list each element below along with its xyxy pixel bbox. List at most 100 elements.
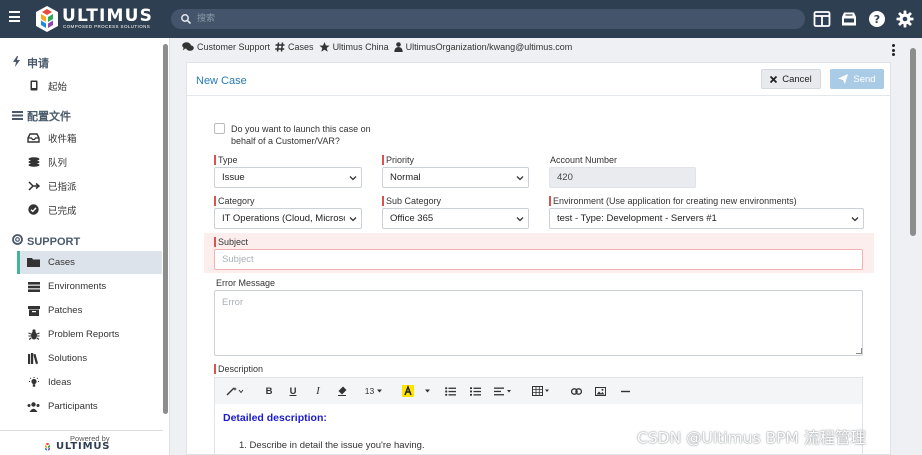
- bug-icon: [27, 329, 40, 340]
- resize-handle-icon[interactable]: [856, 348, 862, 354]
- color-caret-icon[interactable]: [422, 384, 432, 398]
- user-icon: [393, 42, 403, 52]
- numbered-list-icon[interactable]: [469, 384, 481, 398]
- svg-text:?: ?: [874, 13, 880, 26]
- align-icon[interactable]: [493, 384, 513, 398]
- category-select[interactable]: IT Operations (Cloud, Microsoft...: [214, 208, 362, 229]
- editor-heading: Detailed description:: [223, 412, 327, 424]
- sidebar-item-ideas[interactable]: Ideas: [17, 371, 162, 394]
- environment-select[interactable]: test - Type: Development - Servers #1: [549, 208, 864, 229]
- star-icon: [318, 42, 330, 52]
- sidebar-item-queue[interactable]: 队列: [17, 150, 162, 173]
- lifebuoy-icon: [12, 234, 24, 248]
- search-input[interactable]: [197, 11, 787, 27]
- powered-logo: ULTIMUS: [56, 441, 111, 452]
- cancel-button[interactable]: Cancel: [761, 69, 821, 89]
- tray-icon: [27, 132, 40, 143]
- watermark-text: CSDN @Ultimus BPM 流程管理: [637, 429, 866, 447]
- priority-select[interactable]: Normal: [382, 167, 529, 188]
- sidebar-item-label: Problem Reports: [48, 329, 120, 340]
- sidebar-section-apply[interactable]: 申请: [12, 55, 49, 71]
- image-icon[interactable]: [594, 384, 606, 398]
- font-size-value: 13: [364, 386, 375, 396]
- subcategory-select[interactable]: Office 365: [382, 208, 529, 229]
- horizontal-rule-icon[interactable]: [619, 384, 631, 398]
- breadcrumb: Customer Support Cases Ultimus China Ult…: [182, 42, 577, 52]
- layout-icon[interactable]: [813, 10, 831, 28]
- mobile-icon: [27, 80, 40, 91]
- magic-wand-icon[interactable]: [225, 384, 245, 398]
- sidebar-item-cases[interactable]: Cases: [17, 251, 162, 274]
- error-message-label: Error Message: [216, 278, 276, 288]
- text-color-icon[interactable]: [402, 384, 414, 398]
- priority-value: Normal: [390, 172, 421, 183]
- sidebar-item-solutions[interactable]: Solutions: [17, 347, 162, 370]
- subject-input[interactable]: [214, 249, 863, 270]
- comments-icon: [182, 42, 194, 52]
- chevron-down-icon: [349, 176, 357, 181]
- paper-plane-icon: [838, 74, 849, 84]
- caret-down-icon: [377, 389, 383, 393]
- folder-icon: [27, 257, 40, 268]
- font-size-select[interactable]: 13: [363, 384, 385, 398]
- layers-icon: [27, 156, 40, 167]
- behalf-checkbox[interactable]: [214, 123, 225, 134]
- hamburger-icon[interactable]: [9, 11, 20, 25]
- gear-icon[interactable]: [896, 10, 914, 28]
- account-number-field: 420: [549, 167, 696, 188]
- priority-label: Priority: [382, 155, 414, 165]
- bullet-list-icon[interactable]: [444, 384, 456, 398]
- description-label: Description: [214, 364, 263, 374]
- merge-arrows-icon: [27, 180, 40, 191]
- more-options-icon[interactable]: [892, 44, 895, 58]
- search-icon[interactable]: [180, 13, 192, 25]
- environment-value: test - Type: Development - Servers #1: [557, 213, 717, 224]
- sidebar-section-support[interactable]: SUPPORT: [12, 234, 80, 248]
- help-icon[interactable]: ?: [868, 10, 886, 28]
- send-button[interactable]: Send: [830, 69, 884, 89]
- inbox-icon[interactable]: [840, 10, 858, 28]
- behalf-label: Do you want to launch this case on behal…: [231, 124, 371, 146]
- sidebar-item-patches[interactable]: Patches: [17, 299, 162, 322]
- error-message-textarea[interactable]: [214, 290, 863, 356]
- brand-name: ULTIMUS: [62, 6, 154, 26]
- breadcrumb-app[interactable]: Customer Support: [182, 42, 270, 52]
- card-header: New Case Cancel Send: [187, 63, 890, 96]
- sidebar-item-label: 已完成: [48, 205, 77, 217]
- sidebar-item-assigned[interactable]: 已指派: [17, 174, 162, 197]
- sidebar-item-start[interactable]: 起始: [17, 74, 162, 97]
- breadcrumb-user[interactable]: UltimusOrganization/kwang@ultimus.com: [393, 42, 572, 52]
- lightbulb-icon: [27, 377, 40, 388]
- table-icon[interactable]: [531, 384, 551, 398]
- bolt-icon: [12, 56, 24, 70]
- sidebar-item-inbox[interactable]: 收件箱: [17, 126, 162, 149]
- sidebar-item-completed[interactable]: 已完成: [17, 198, 162, 221]
- sidebar-item-environments[interactable]: Environments: [17, 275, 162, 298]
- bold-button[interactable]: B: [263, 384, 275, 398]
- sidebar: 申请 起始 配置文件 收件箱 队列 已指派 已完成 SUPPORT Cases …: [0, 38, 170, 455]
- link-icon[interactable]: [570, 384, 582, 398]
- breadcrumb-list[interactable]: Cases: [275, 42, 314, 52]
- search-bar[interactable]: [171, 9, 805, 29]
- sidebar-item-label: Environments: [48, 281, 107, 292]
- sidebar-section-profile[interactable]: 配置文件: [12, 108, 71, 124]
- logo-cube-icon: [36, 6, 58, 32]
- sidebar-item-problem-reports[interactable]: Problem Reports: [17, 323, 162, 346]
- underline-button[interactable]: U: [287, 384, 299, 398]
- eraser-icon[interactable]: [336, 384, 348, 398]
- type-select[interactable]: Issue: [214, 167, 362, 188]
- books-icon: [27, 353, 40, 364]
- type-label: Type: [214, 155, 238, 165]
- main-scrollbar[interactable]: [910, 48, 916, 236]
- powered-by-footer: Powered by ULTIMUS: [0, 430, 163, 455]
- send-label: Send: [853, 73, 876, 85]
- list-icon: [12, 111, 24, 123]
- sidebar-scrollbar[interactable]: [163, 44, 168, 414]
- category-label: Category: [214, 196, 255, 206]
- italic-button[interactable]: I: [312, 384, 324, 398]
- sidebar-section-label: 申请: [27, 58, 49, 70]
- breadcrumb-org-label: Ultimus China: [332, 42, 389, 52]
- breadcrumb-org[interactable]: Ultimus China: [318, 42, 389, 52]
- sidebar-item-participants[interactable]: Participants: [17, 395, 162, 418]
- category-value: IT Operations (Cloud, Microsoft...: [222, 213, 345, 224]
